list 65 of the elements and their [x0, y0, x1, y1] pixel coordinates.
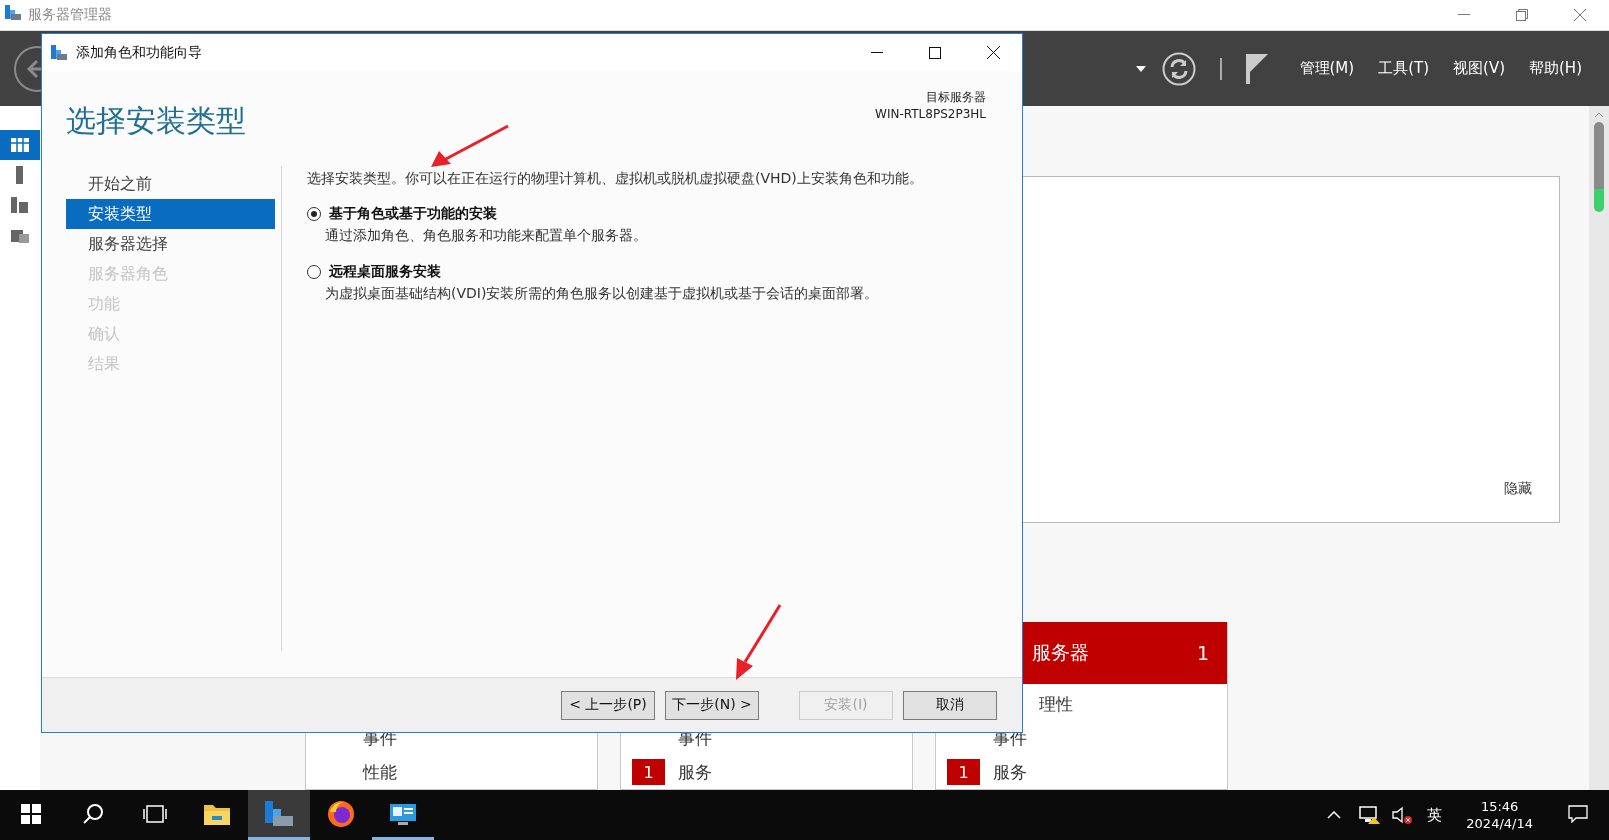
radio-option[interactable]: 远程桌面服务安装 [307, 263, 992, 281]
nav-item[interactable] [0, 130, 40, 160]
tile-link[interactable]: 服务 [678, 760, 712, 784]
target-server: WIN-RTL8PS2P3HL [875, 106, 986, 123]
dialog-title: 添加角色和功能向导 [76, 43, 203, 62]
option-description: 通过添加角色、角色服务和功能来配置单个服务器。 [325, 227, 648, 245]
wizard-button[interactable]: < 上一步(P) [561, 690, 655, 720]
target-label: 目标服务器 [926, 89, 986, 106]
wizard-step[interactable]: 开始之前 [66, 169, 275, 199]
dropdown-button[interactable] [1135, 65, 1146, 72]
clock-date: 2024/4/14 [1466, 815, 1533, 832]
menu-item[interactable]: 帮助(H) [1529, 55, 1582, 82]
monitor-icon [389, 801, 417, 826]
tile-link[interactable]: 理性 [1039, 692, 1073, 716]
minimize-icon [871, 51, 883, 54]
tile-link[interactable]: 服务 [993, 760, 1027, 784]
clock[interactable]: 15:46 2024/4/14 [1466, 798, 1533, 832]
intro-text: 选择安装类型。你可以在正在运行的物理计算机、虚拟机或脱机虚拟硬盘(VHD)上安装角色和功能。 [307, 169, 924, 187]
scroll-up-icon [1594, 112, 1604, 118]
server-manager-icon [264, 799, 294, 828]
scrollbar[interactable] [1589, 106, 1609, 790]
menu-item[interactable]: 视图(V) [1453, 55, 1505, 82]
tile-count: 1 [1196, 642, 1209, 664]
menu-item[interactable]: 管理(M) [1299, 55, 1355, 82]
count-badge: 1 [947, 759, 980, 785]
wizard-button[interactable]: 取消 [903, 690, 997, 720]
notification-icon [1568, 804, 1588, 823]
flag-icon [1245, 53, 1268, 84]
server-manager-icon [4, 4, 22, 22]
page-heading: 选择安装类型 [66, 102, 246, 140]
maximize-icon [929, 46, 941, 59]
radio-button[interactable] [307, 207, 321, 221]
hide-link[interactable]: 隐藏 [1504, 480, 1532, 498]
browser-icon [327, 799, 355, 828]
tile-title: 服务器 [1032, 640, 1089, 665]
caret-icon [1135, 65, 1146, 72]
dashboard-icon [10, 135, 30, 155]
chevron-up-icon [1327, 811, 1342, 819]
windows-logo-icon [21, 803, 41, 824]
notifications-flag[interactable] [1245, 53, 1268, 84]
tile-link[interactable]: 性能 [363, 760, 397, 784]
minimize-icon [1458, 14, 1470, 16]
refresh-button[interactable] [1161, 51, 1196, 86]
volume-icon [1391, 805, 1414, 825]
network-icon [1359, 805, 1382, 825]
radio-button[interactable] [307, 265, 321, 279]
wizard-step[interactable]: 服务器选择 [66, 229, 275, 259]
close-icon [1574, 9, 1586, 21]
search-icon [82, 802, 104, 825]
window-title: 服务器管理器 [28, 6, 113, 24]
refresh-icon [1161, 51, 1196, 86]
clock-time: 15:46 [1480, 798, 1519, 815]
count-badge: 1 [632, 759, 665, 785]
wizard-button[interactable]: 下一步(N) > [665, 690, 759, 720]
radio-option[interactable]: 基于角色或基于功能的安装 [307, 205, 992, 223]
task-view-icon [143, 803, 167, 824]
close-icon [986, 46, 1000, 59]
menu-item[interactable]: 工具(T) [1378, 55, 1430, 82]
option-description: 为虚拟桌面基础结构(VDI)安装所需的角色服务以创建基于虚拟机或基于会话的桌面部署。 [325, 285, 880, 303]
scroll-thumb[interactable] [1594, 122, 1604, 212]
wizard-step[interactable]: 安装类型 [66, 199, 275, 229]
restore-icon [1516, 9, 1528, 21]
input-method-indicator[interactable]: 英 [1427, 805, 1443, 825]
servers-icon [10, 195, 30, 215]
server-manager-icon [50, 43, 68, 62]
